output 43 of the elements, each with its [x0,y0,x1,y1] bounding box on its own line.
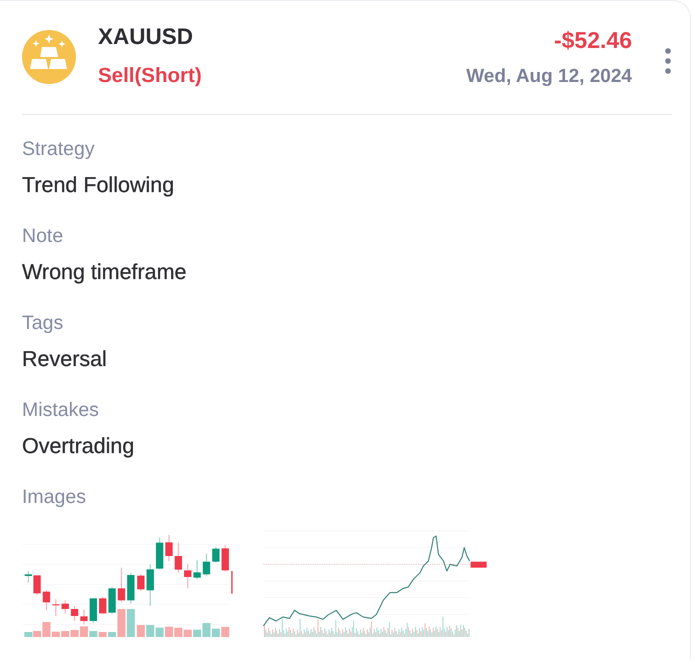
candle [52,599,60,616]
field-label: Mistakes [22,398,99,422]
candle [127,573,134,604]
candle [137,574,145,591]
field-value: Reversal [22,346,107,373]
candle [42,590,50,610]
candle [146,564,154,606]
field-value: Trend Following [22,172,174,199]
price-tag [470,562,487,568]
candle [70,606,78,621]
candle [156,538,164,570]
candle [62,600,69,614]
field-label: Images [22,485,86,509]
trade-symbol: XAUUSD [98,24,194,50]
profit-loss-amount: -$52.46 [554,27,632,53]
volume-bar [136,625,145,637]
field-value: Overtrading [22,433,134,460]
volume-bar [156,628,164,637]
candle [80,610,88,624]
candle [184,564,192,588]
candle [99,597,106,614]
candle [174,542,182,573]
candle [202,554,210,576]
candle [90,598,97,623]
field-label: Strategy [22,137,95,161]
trade-side: Sell(Short) [98,63,202,89]
candle [108,587,116,614]
volume-bar [164,626,173,637]
candle [193,560,201,580]
more-vertical-icon [665,48,671,74]
candle [222,545,229,572]
volume-bar [221,627,230,637]
candle [118,568,126,602]
bullion-icon [22,30,76,84]
volume-bar [174,628,182,637]
candle [165,535,173,561]
candle [212,547,220,563]
volume-bar [146,625,154,637]
trade-date: Wed, Aug 12, 2024 [466,65,632,89]
field-value: Wrong timeframe [22,259,186,286]
field-label: Note [22,224,64,248]
field-label: Tags [22,311,64,335]
volume-bar [126,609,135,637]
